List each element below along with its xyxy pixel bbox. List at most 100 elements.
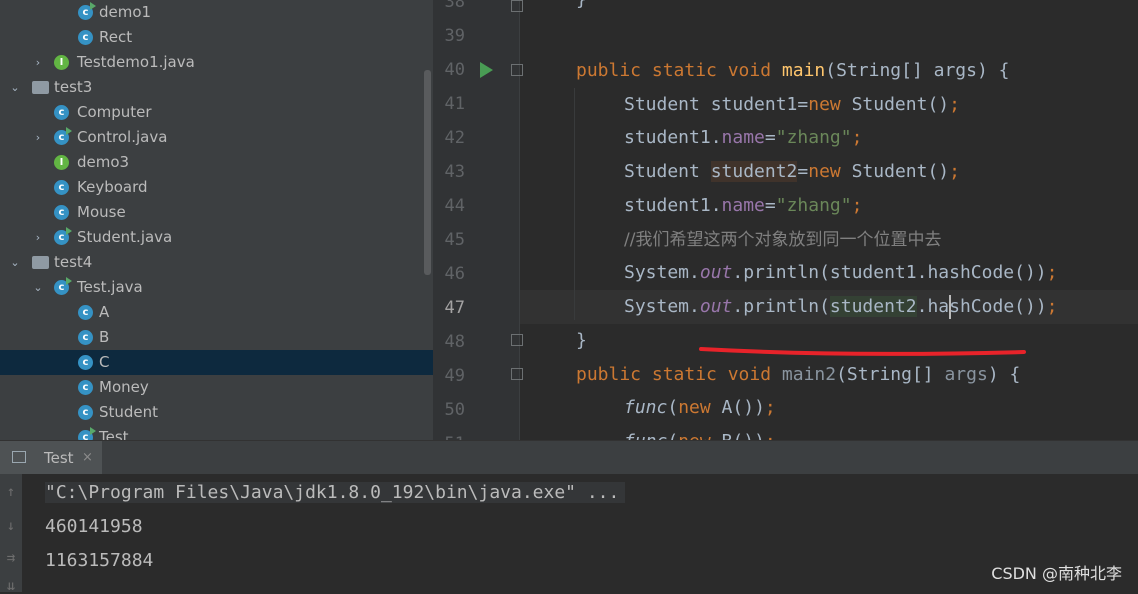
run-console[interactable]: ↑ ↓ ⇉ ⇊ "C:\Program Files\Java\jdk1.8.0_… (0, 474, 1138, 594)
code-token: ; (764, 397, 776, 418)
code-token: new (808, 161, 841, 182)
code-line-38: } (576, 0, 587, 17)
class-icon: c (78, 355, 93, 370)
code-token: name (721, 127, 765, 148)
class-icon: c (54, 127, 72, 145)
code-token: B()) (711, 431, 765, 440)
tree-item-label: Control.java (77, 128, 168, 146)
tree-item-label: C (99, 353, 110, 371)
line-number: 38 (444, 0, 465, 12)
fold-marker-icon[interactable] (511, 368, 523, 380)
chevron-down-icon[interactable]: ⌄ (31, 275, 45, 300)
tree-item-demo3[interactable]: I demo3 (0, 150, 433, 175)
console-toolbar: ↑ ↓ ⇉ ⇊ (0, 474, 22, 594)
close-icon[interactable]: × (82, 441, 93, 475)
code-token: new (678, 431, 711, 440)
code-line-50: func(new A()); (624, 391, 776, 425)
code-token: student2 (710, 161, 798, 182)
code-token: func (624, 397, 668, 418)
tree-item-student[interactable]: c Student (0, 400, 433, 425)
code-token: } (576, 0, 587, 10)
code-token: System. (624, 296, 700, 317)
code-token: "zhang" (775, 127, 852, 148)
tree-item-c[interactable]: c C (0, 350, 433, 375)
code-token: .println( (732, 296, 830, 317)
folder-icon (32, 81, 49, 94)
code-token: ; (851, 127, 863, 148)
code-token: out (699, 262, 733, 283)
chevron-down-icon[interactable]: ⌄ (8, 250, 22, 275)
fold-marker-icon[interactable] (511, 0, 523, 12)
tree-item-label: Computer (77, 103, 152, 121)
line-number: 39 (444, 26, 465, 46)
code-token: = (764, 195, 776, 216)
tree-item-mouse[interactable]: c Mouse (0, 200, 433, 225)
code-token: public static void (576, 364, 782, 385)
code-token: Student() (840, 94, 950, 115)
code-token: student1. (624, 127, 722, 148)
project-tree: c demo1 c Rect › I Testdemo1.java ⌄ test… (0, 0, 433, 440)
watermark: CSDN @南种北李 (991, 564, 1122, 583)
tree-item-testdemo1[interactable]: › I Testdemo1.java (0, 50, 433, 75)
line-number: 50 (444, 400, 465, 420)
tree-item-money[interactable]: c Money (0, 375, 433, 400)
tree-item-b[interactable]: c B (0, 325, 433, 350)
code-line-45: //我们希望这两个对象放到同一个位置中去 (624, 223, 941, 257)
code-token: (String[] args) { (825, 60, 1010, 81)
soft-wrap-icon[interactable]: ⇉ (0, 550, 22, 566)
arrow-up-icon[interactable]: ↑ (0, 484, 22, 500)
tree-item-label: Testdemo1.java (77, 53, 195, 71)
code-line-49: public static void main2(String[] args) … (576, 358, 1020, 392)
code-editor[interactable]: 38 39 40 41 42 43 44 45 46 47 48 49 50 5… (433, 0, 1138, 440)
tree-item-label: test3 (54, 78, 93, 96)
tree-item-computer[interactable]: c Computer (0, 100, 433, 125)
code-token: new (808, 94, 841, 115)
code-token: new (678, 397, 711, 418)
tree-item-rect[interactable]: c Rect (0, 25, 433, 50)
class-icon: c (54, 277, 72, 295)
tree-scrollbar[interactable] (424, 70, 431, 275)
run-main-icon[interactable] (480, 62, 493, 78)
fold-marker-icon[interactable] (511, 64, 523, 76)
code-token: main (781, 60, 826, 81)
code-token: ; (1046, 262, 1058, 283)
tree-item-a[interactable]: c A (0, 300, 433, 325)
line-number: 46 (444, 264, 465, 284)
tree-item-test4[interactable]: ⌄ test4 (0, 250, 433, 275)
tree-item-label: Money (99, 378, 149, 396)
tree-item-keyboard[interactable]: c Keyboard (0, 175, 433, 200)
class-icon: c (54, 205, 69, 220)
tree-item-label: demo3 (77, 153, 130, 171)
tree-item-demo1[interactable]: c demo1 (0, 0, 433, 25)
code-token: ; (949, 161, 960, 182)
interface-icon: I (54, 55, 69, 70)
run-tab-bar: Test × (0, 440, 1138, 475)
tree-item-test[interactable]: c Test (0, 425, 433, 440)
code-token: Student (624, 161, 711, 182)
indent-guide (574, 88, 575, 320)
tree-item-control[interactable]: › c Control.java (0, 125, 433, 150)
fold-marker-icon[interactable] (511, 334, 523, 346)
text-caret (949, 295, 951, 319)
interface-icon: I (54, 155, 69, 170)
console-output-line: 1163157884 (45, 550, 154, 571)
class-icon: c (78, 405, 93, 420)
tree-item-test-java[interactable]: ⌄ c Test.java (0, 275, 433, 300)
code-token: .hashCode()) (916, 296, 1047, 317)
line-number: 42 (444, 128, 465, 148)
code-token: ; (949, 94, 960, 115)
chevron-right-icon[interactable]: › (31, 225, 45, 250)
class-icon: c (78, 305, 93, 320)
line-number: 48 (444, 332, 465, 352)
chevron-right-icon[interactable]: › (31, 125, 45, 150)
chevron-right-icon[interactable]: › (31, 50, 45, 75)
code-token: name (721, 195, 765, 216)
tree-item-label: Keyboard (77, 178, 148, 196)
code-token: System. (624, 262, 700, 283)
tree-item-test3[interactable]: ⌄ test3 (0, 75, 433, 100)
tree-item-student-java[interactable]: › c Student.java (0, 225, 433, 250)
chevron-down-icon[interactable]: ⌄ (8, 75, 22, 100)
arrow-down-icon[interactable]: ↓ (0, 518, 22, 534)
tab-run-test[interactable]: Test × (0, 441, 102, 475)
code-token: ; (851, 195, 863, 216)
